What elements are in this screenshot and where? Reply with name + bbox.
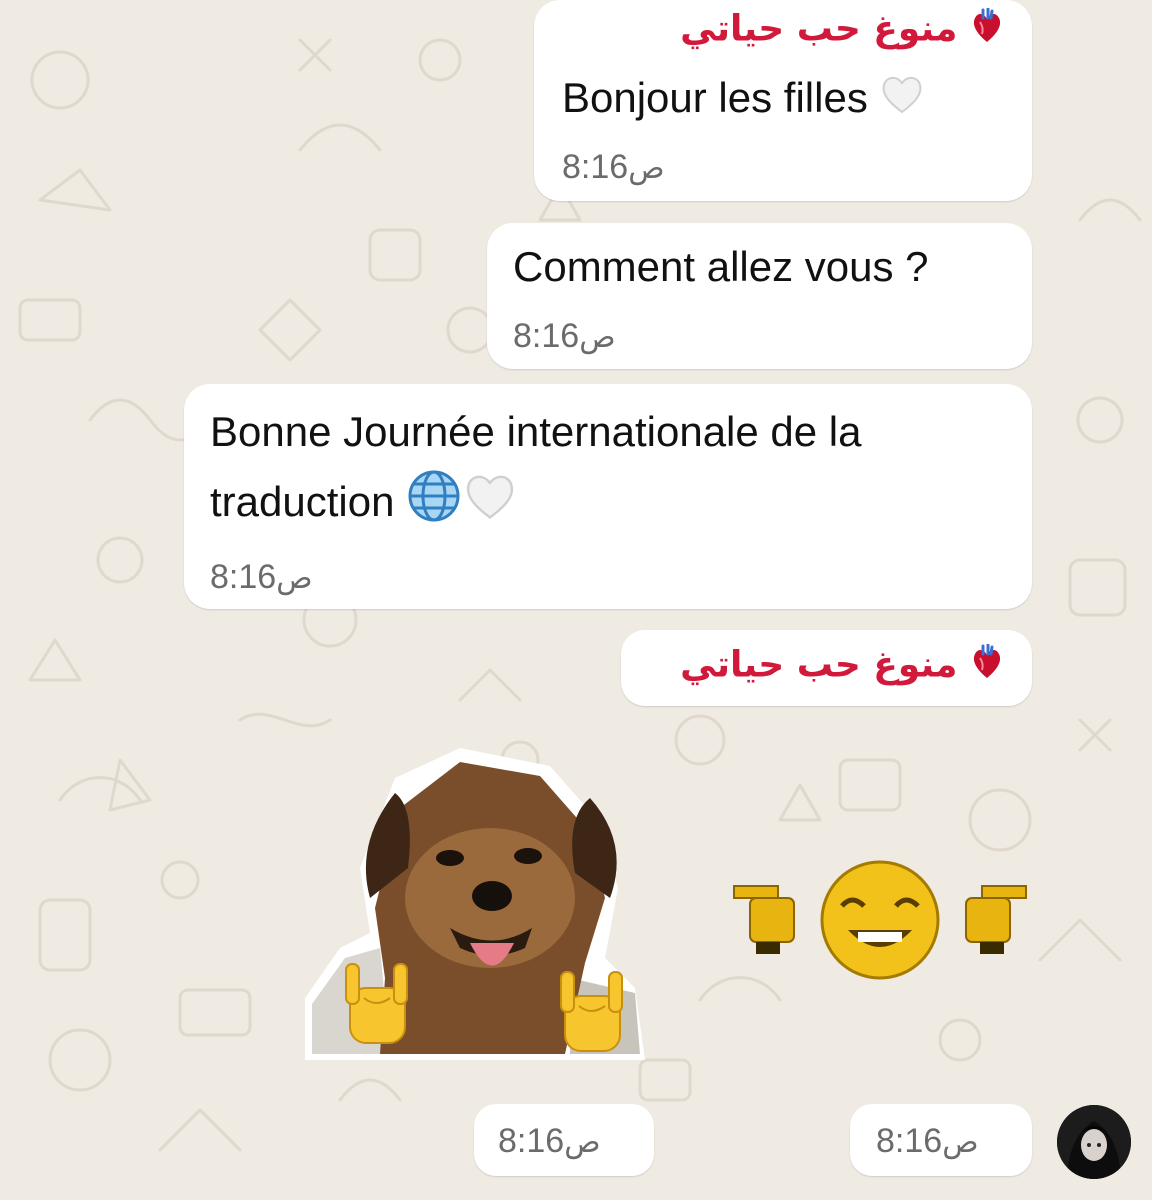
message-time: ص8:16 <box>513 317 616 355</box>
anatomical-heart-icon <box>970 7 1004 53</box>
pixel-smiley-pointing-sticker[interactable] <box>732 858 1028 988</box>
sender-name[interactable]: منوغ حب حياتي <box>680 643 1004 689</box>
message-time: ص8:16 <box>210 558 313 596</box>
white-heart-icon <box>879 69 925 133</box>
message-text-line1: Bonne Journée internationale de la <box>210 408 862 455</box>
avatar[interactable] <box>1057 1105 1131 1179</box>
globe-icon <box>406 468 462 542</box>
sticker-time-pill-2: ص8:16 <box>850 1104 1032 1176</box>
message-text-line2: traduction <box>210 468 518 542</box>
message-text: Comment allez vous ? <box>513 243 929 290</box>
message-text: Bonjour les filles <box>562 66 925 133</box>
pointing-hand-icon <box>965 885 1027 954</box>
message-time: ص8:16 <box>498 1122 601 1160</box>
dog-rock-on-sticker[interactable] <box>300 748 650 1064</box>
message-time: ص8:16 <box>876 1122 979 1160</box>
sender-name[interactable]: منوغ حب حياتي <box>680 7 1004 53</box>
sender-label-bubble[interactable]: منوغ حب حياتي <box>621 630 1032 706</box>
sender-name-text: منوغ حب حياتي <box>680 8 958 50</box>
sender-name-text: منوغ حب حياتي <box>680 644 958 686</box>
message-bubble-2[interactable]: Comment allez vous ? ص8:16 <box>487 223 1032 369</box>
sticker-time-pill-1: ص8:16 <box>474 1104 654 1176</box>
anatomical-heart-icon <box>970 643 1004 689</box>
message-time: ص8:16 <box>562 148 665 186</box>
message-bubble-1[interactable]: منوغ حب حياتي Bonjour les filles ص8:16 <box>534 0 1032 201</box>
white-heart-icon <box>462 471 518 539</box>
pointing-hand-icon <box>733 885 795 954</box>
message-bubble-3[interactable]: Bonne Journée internationale de la tradu… <box>184 384 1032 609</box>
